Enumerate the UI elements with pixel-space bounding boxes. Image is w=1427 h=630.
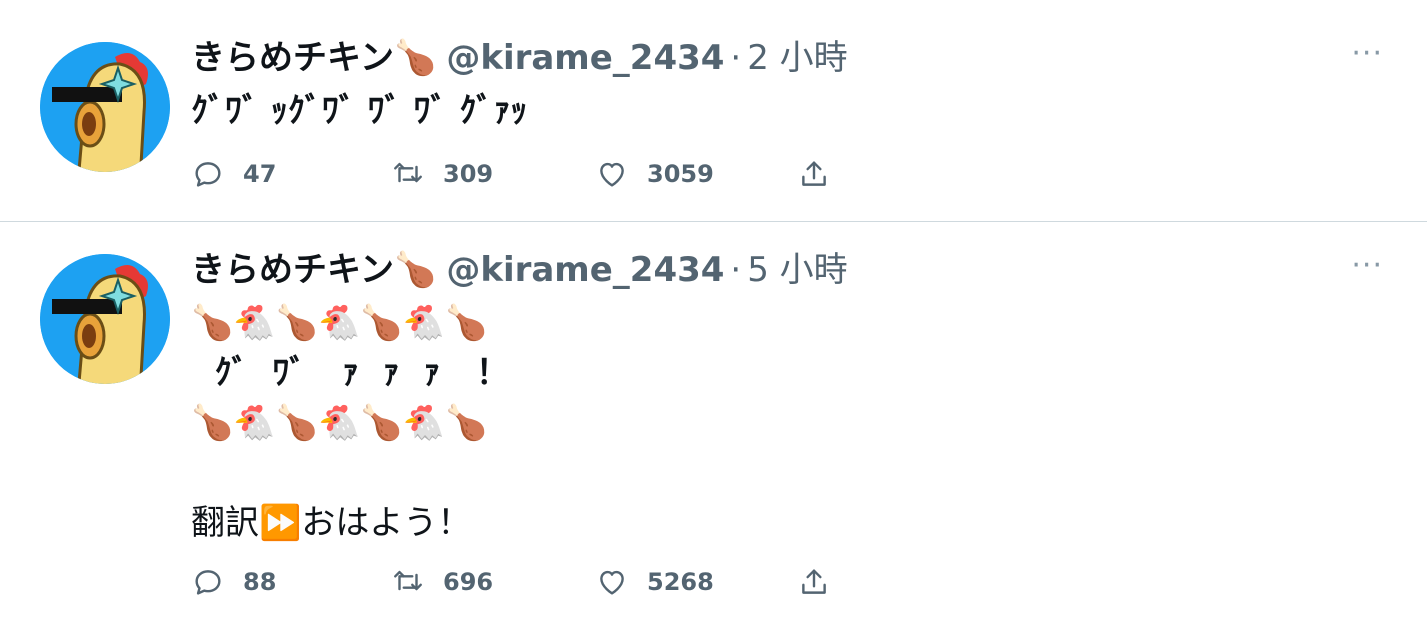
reply-icon [195,570,221,595]
retweet-count: 696 [443,568,494,596]
tweet-header: きらめチキン🍗 @kirame_2434 · 2 小時 [191,38,848,78]
tweet-actions: 88 696 5268 [191,562,831,602]
tweet-text-line: 🍗🐔🍗🐔🍗🐔🍗 [191,303,488,343]
like-icon [600,162,624,187]
tweet-text-line: 翻訳⏩おはよう！ [191,503,472,543]
like-button[interactable]: 3059 [595,154,797,194]
reply-icon [195,162,221,187]
tweet-actions: 47 309 3059 [191,154,831,194]
retweet-button[interactable]: 696 [391,562,595,602]
timestamp[interactable]: 5 小時 [747,250,847,290]
chicken-avatar-illustration [40,254,170,384]
more-icon[interactable]: ··· [1351,248,1383,283]
like-icon [600,570,624,595]
retweet-icon [394,162,422,183]
tweet-1[interactable]: きらめチキン🍗 @kirame_2434 · 2 小時 ··· ｸﾞﾜﾞ ｯｸﾞ… [0,0,1427,222]
tweet-text: 🍗🐔🍗🐔🍗🐔🍗 ｸﾞ ﾜﾞ ｧ ｧ ｧ ！ 🍗🐔🍗🐔🍗🐔🍗 翻訳⏩おはよう！ [191,298,510,548]
share-button[interactable] [797,562,831,602]
display-name[interactable]: きらめチキン🍗 [191,250,436,290]
user-handle[interactable]: @kirame_2434 [446,38,724,78]
separator-dot: · [730,250,742,290]
share-icon [802,569,826,594]
tweet-text-line [191,448,510,498]
avatar[interactable] [40,254,170,384]
chicken-avatar-illustration [40,42,170,172]
like-button[interactable]: 5268 [595,562,797,602]
share-icon [802,161,826,186]
tweet-text: ｸﾞﾜﾞ ｯｸﾞﾜﾞ ﾜﾞ ﾜﾞ ｸﾞｧｯ [191,86,527,136]
tweet-text-line: 🍗🐔🍗🐔🍗🐔🍗 [191,403,488,443]
timestamp[interactable]: 2 小時 [747,38,847,78]
tweet-header: きらめチキン🍗 @kirame_2434 · 5 小時 [191,250,848,290]
separator-dot: · [730,38,742,78]
user-handle[interactable]: @kirame_2434 [446,250,724,290]
display-name[interactable]: きらめチキン🍗 [191,38,436,78]
like-count: 3059 [647,160,714,188]
reply-button[interactable]: 47 [191,154,391,194]
retweet-count: 309 [443,160,494,188]
like-count: 5268 [647,568,714,596]
retweet-button[interactable]: 309 [391,154,595,194]
share-button[interactable] [797,154,831,194]
retweet-icon [394,570,422,591]
avatar[interactable] [40,42,170,172]
reply-button[interactable]: 88 [191,562,391,602]
reply-count: 88 [243,568,277,596]
tweet-text-line: ｸﾞﾜﾞ ｯｸﾞﾜﾞ ﾜﾞ ﾜﾞ ｸﾞｧｯ [191,91,528,131]
reply-count: 47 [243,160,277,188]
tweet-2[interactable]: きらめチキン🍗 @kirame_2434 · 5 小時 ··· 🍗🐔🍗🐔🍗🐔🍗 … [0,222,1427,629]
tweet-text-line: ｸﾞ ﾜﾞ ｧ ｧ ｧ ！ [191,353,510,393]
more-icon[interactable]: ··· [1351,36,1383,71]
